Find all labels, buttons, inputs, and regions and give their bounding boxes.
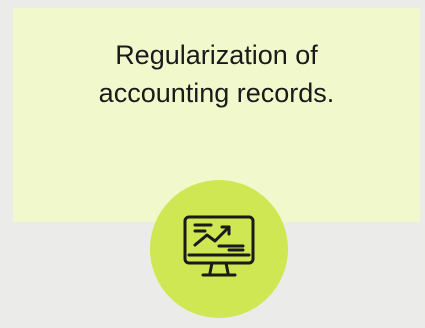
card-title: Regularization of accounting records.	[13, 36, 420, 112]
page: Regularization of accounting records.	[0, 0, 425, 328]
card-title-line-2: accounting records.	[98, 78, 335, 108]
card-title-line-1: Regularization of	[115, 40, 318, 70]
monitor-trend-chart-icon	[183, 215, 255, 277]
icon-badge	[150, 180, 288, 318]
